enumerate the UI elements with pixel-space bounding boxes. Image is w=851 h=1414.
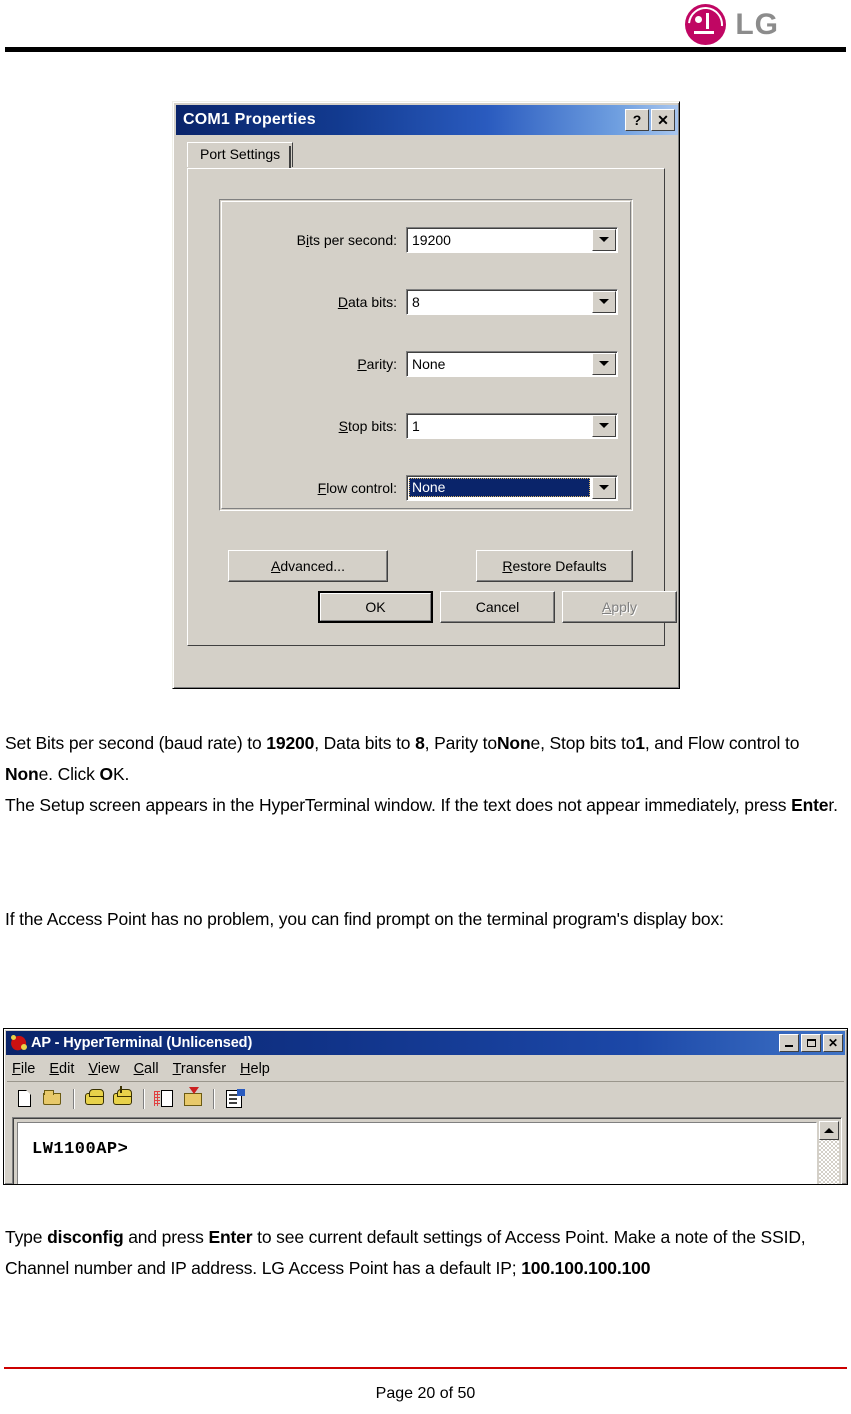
toolbar-divider	[213, 1089, 215, 1109]
call-icon[interactable]	[83, 1087, 107, 1111]
dialog-title: COM1 Properties	[183, 111, 316, 128]
combo-data-bits-value: 8	[412, 293, 420, 310]
maximize-button[interactable]	[801, 1034, 821, 1052]
header-divider	[5, 47, 846, 52]
combo-bits-per-second-value: 19200	[412, 231, 451, 248]
label-flow-control: Flow control:	[317, 479, 397, 496]
instruction-paragraph-2: If the Access Point has no problem, you …	[5, 909, 724, 929]
chevron-down-icon[interactable]	[592, 476, 616, 499]
field-bits-per-second: Bits per second: 19200	[220, 226, 634, 253]
menu-call[interactable]: Call	[134, 1061, 159, 1077]
settings-groupbox: Bits per second: 19200 Data bits: 8 Pari…	[219, 199, 633, 511]
page-number: Page 20 of 50	[375, 1385, 476, 1402]
com1-properties-dialog: COM1 Properties ? ✕ Port Settings Bits p…	[172, 101, 680, 689]
terminal-scrollbar[interactable]	[819, 1121, 839, 1184]
ok-button[interactable]: OK	[318, 591, 433, 623]
field-parity: Parity: None	[220, 350, 634, 377]
close-button[interactable]: ✕	[823, 1034, 843, 1052]
new-connection-icon[interactable]	[13, 1087, 37, 1111]
dialog-tabstrip: Port Settings	[187, 142, 665, 168]
menu-transfer[interactable]: Transfer	[173, 1061, 226, 1077]
send-file-icon[interactable]	[181, 1087, 205, 1111]
modem-phone-icon	[8, 1032, 29, 1053]
tab-port-settings[interactable]: Port Settings	[187, 142, 294, 167]
combo-stop-bits[interactable]: 1	[406, 412, 618, 439]
combo-data-bits[interactable]: 8	[406, 288, 618, 315]
combo-bits-per-second[interactable]: 19200	[406, 226, 618, 253]
toolbar-divider	[143, 1089, 145, 1109]
menubar-divider	[7, 1081, 844, 1082]
combo-parity-value: None	[412, 355, 446, 372]
tab-divider	[289, 146, 291, 168]
page-header: LG	[0, 0, 851, 56]
close-icon[interactable]: ✕	[651, 109, 675, 131]
terminal-client-area: LW1100AP>	[12, 1117, 842, 1184]
terminal-screen[interactable]: LW1100AP>	[17, 1122, 817, 1184]
port-settings-panel: Bits per second: 19200 Data bits: 8 Pari…	[187, 168, 665, 646]
restore-defaults-button[interactable]: Restore Defaults	[476, 550, 633, 582]
label-bits-per-second: Bits per second:	[296, 231, 397, 248]
lg-logo: LG	[685, 4, 779, 45]
cancel-button[interactable]: Cancel	[440, 591, 555, 623]
footer-divider	[4, 1367, 847, 1369]
combo-stop-bits-value: 1	[412, 417, 420, 434]
field-stop-bits: Stop bits: 1	[220, 412, 634, 439]
menu-file[interactable]: File	[12, 1061, 35, 1077]
menu-help[interactable]: Help	[240, 1061, 270, 1077]
combo-parity[interactable]: None	[406, 350, 618, 377]
properties-icon[interactable]	[223, 1087, 247, 1111]
label-parity: Parity:	[357, 355, 397, 372]
chevron-down-icon[interactable]	[592, 414, 616, 437]
combo-flow-control[interactable]: None	[406, 474, 618, 501]
toolbar-divider	[73, 1089, 75, 1109]
receive-file-icon[interactable]	[153, 1087, 177, 1111]
menu-edit[interactable]: Edit	[49, 1061, 74, 1077]
label-stop-bits: Stop bits:	[338, 417, 397, 434]
dialog-titlebar: COM1 Properties ? ✕	[176, 105, 678, 135]
scroll-up-icon[interactable]	[819, 1121, 839, 1140]
hyperterminal-window: AP - HyperTerminal (Unlicensed) ✕ File E…	[3, 1028, 848, 1185]
hyperterminal-menubar: File Edit View Call Transfer Help	[7, 1057, 844, 1080]
chevron-down-icon[interactable]	[592, 290, 616, 313]
help-button[interactable]: ?	[625, 109, 649, 131]
chevron-down-icon[interactable]	[592, 352, 616, 375]
hyperterminal-toolbar	[7, 1084, 844, 1114]
advanced-button[interactable]: Advanced...	[228, 550, 388, 582]
chevron-down-icon[interactable]	[592, 228, 616, 251]
apply-button: Apply	[562, 591, 677, 623]
lg-wordmark: LG	[735, 7, 779, 41]
menu-view[interactable]: View	[88, 1061, 119, 1077]
hyperterminal-titlebar: AP - HyperTerminal (Unlicensed) ✕	[6, 1031, 845, 1055]
lg-face-logo-icon	[685, 4, 727, 45]
instruction-paragraph-1: Set Bits per second (baud rate) to 19200…	[5, 733, 838, 815]
label-data-bits: Data bits:	[337, 293, 397, 310]
disconnect-icon[interactable]	[111, 1086, 135, 1111]
terminal-prompt: LW1100AP>	[32, 1140, 129, 1159]
minimize-button[interactable]	[779, 1034, 799, 1052]
field-flow-control: Flow control: None	[220, 474, 634, 501]
open-connection-icon[interactable]	[41, 1087, 65, 1111]
instruction-paragraph-3: Type disconfig and press Enter to see cu…	[5, 1227, 806, 1278]
hyperterminal-title: AP - HyperTerminal (Unlicensed)	[31, 1035, 253, 1051]
field-data-bits: Data bits: 8	[220, 288, 634, 315]
combo-flow-control-value: None	[409, 478, 590, 497]
